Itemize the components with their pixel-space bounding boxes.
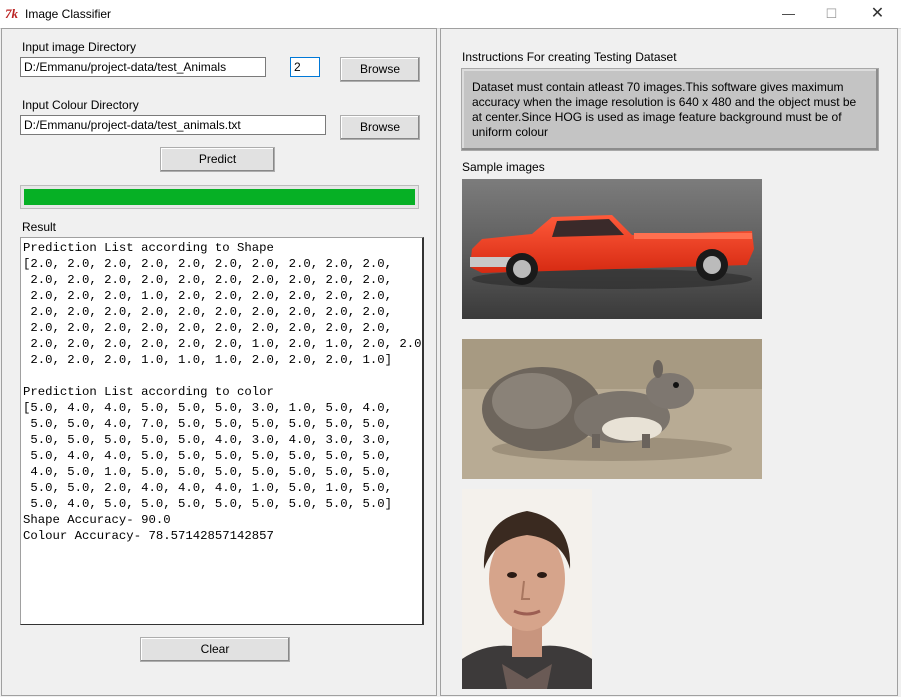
predict-button[interactable]: Predict (160, 147, 275, 172)
instructions-box: Dataset must contain atleast 70 images.T… (461, 68, 879, 151)
progress-bar (20, 185, 419, 209)
sample-images-label: Sample images (462, 160, 545, 174)
squirrel-image (462, 339, 762, 479)
tk-feather-icon: 7k (5, 6, 19, 21)
window-title: Image Classifier (25, 7, 112, 21)
browse-image-directory-button[interactable]: Browse (340, 57, 420, 82)
instructions-label: Instructions For creating Testing Datase… (462, 50, 677, 64)
red-pickup-truck-image (462, 179, 762, 319)
title-bar: 7k Image Classifier — ☐ ✕ (0, 0, 901, 29)
result-text-area[interactable]: Prediction List according to Shape [2.0,… (20, 237, 424, 625)
svg-text:7k: 7k (5, 6, 19, 21)
close-button[interactable]: ✕ (855, 0, 900, 28)
input-image-directory-field[interactable]: D:/Emmanu/project-data/test_Animals (20, 57, 266, 77)
progress-fill (24, 189, 415, 205)
count-field[interactable]: 2 (290, 57, 320, 77)
result-label: Result (22, 220, 57, 234)
clear-button[interactable]: Clear (140, 637, 290, 662)
input-colour-directory-label: Input Colour Directory (22, 98, 139, 112)
browse-colour-directory-button[interactable]: Browse (340, 115, 420, 140)
input-colour-directory-field[interactable]: D:/Emmanu/project-data/test_animals.txt (20, 115, 326, 135)
result-text: Prediction List according to Shape [2.0,… (23, 241, 422, 543)
maximize-button[interactable]: ☐ (809, 0, 854, 28)
instructions-text: Dataset must contain atleast 70 images.T… (472, 80, 857, 139)
man-portrait-image (462, 489, 592, 689)
minimize-button[interactable]: — (766, 0, 811, 28)
input-image-directory-label: Input image Directory (22, 40, 137, 54)
